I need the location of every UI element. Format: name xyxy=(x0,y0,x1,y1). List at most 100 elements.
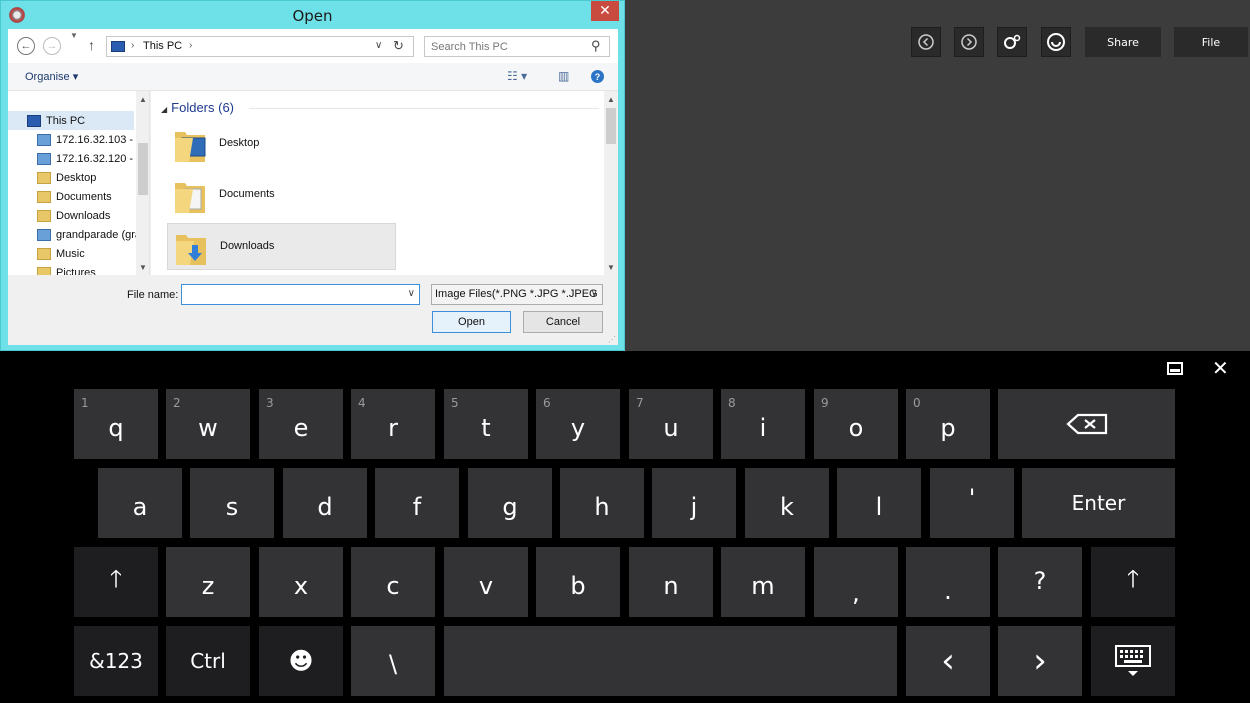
nav-item-network-drive-1[interactable]: 172.16.32.103 - Sc xyxy=(37,130,149,149)
navigation-pane-scrollbar[interactable]: ▲ ▼ xyxy=(136,91,149,275)
next-button[interactable] xyxy=(954,27,984,57)
key-m[interactable]: m xyxy=(721,547,805,617)
nav-item-music[interactable]: Music xyxy=(37,244,85,263)
key-comma[interactable]: , xyxy=(814,547,898,617)
resize-grip-icon[interactable]: ⋰ xyxy=(608,335,616,344)
key-b[interactable]: b xyxy=(536,547,620,617)
key-p[interactable]: 0p xyxy=(906,389,990,459)
keyboard-dock-icon[interactable] xyxy=(1167,362,1183,375)
file-name-input[interactable]: ∨ xyxy=(181,284,420,305)
scroll-down-icon[interactable]: ▼ xyxy=(604,263,618,272)
folder-item-downloads[interactable]: Downloads xyxy=(167,223,396,270)
key-label: . xyxy=(944,577,952,605)
key-backspace[interactable] xyxy=(998,389,1175,459)
key-i[interactable]: 8i xyxy=(721,389,805,459)
file-list-scrollbar[interactable]: ▲ ▼ xyxy=(604,91,618,275)
key-y[interactable]: 6y xyxy=(536,389,620,459)
up-button[interactable]: ↑ xyxy=(88,37,95,53)
key-period[interactable]: . xyxy=(906,547,990,617)
key-h[interactable]: h xyxy=(560,468,644,538)
key-s[interactable]: s xyxy=(190,468,274,538)
close-button[interactable]: ✕ xyxy=(591,1,619,21)
rotate-button[interactable] xyxy=(1041,27,1071,57)
key-w[interactable]: 2w xyxy=(166,389,250,459)
key-u[interactable]: 7u xyxy=(629,389,713,459)
key-k[interactable]: k xyxy=(745,468,829,538)
nav-item-downloads[interactable]: Downloads xyxy=(37,206,110,225)
nav-item-desktop[interactable]: Desktop xyxy=(37,168,96,187)
key-number-hint: 8 xyxy=(728,396,736,410)
refresh-icon[interactable]: ↻ xyxy=(393,38,404,54)
preview-pane-icon[interactable]: ▥ xyxy=(558,69,569,83)
key-emoji[interactable]: ☻ xyxy=(259,626,343,696)
key-f[interactable]: f xyxy=(375,468,459,538)
organise-menu[interactable]: Organise ▾ xyxy=(25,70,78,83)
folder-item-desktop[interactable]: Desktop xyxy=(167,121,396,168)
key-left-arrow[interactable]: ‹ xyxy=(906,626,990,696)
nav-item-this-pc[interactable]: This PC xyxy=(8,111,134,130)
key-q[interactable]: 1q xyxy=(74,389,158,459)
previous-button[interactable] xyxy=(911,27,941,57)
scroll-up-icon[interactable]: ▲ xyxy=(604,95,618,104)
key-e[interactable]: 3e xyxy=(259,389,343,459)
scrollbar-thumb[interactable] xyxy=(606,108,616,144)
search-icon[interactable]: ⚲ xyxy=(591,38,601,54)
key-ctrl[interactable]: Ctrl xyxy=(166,626,250,696)
collapse-triangle-icon: ◢ xyxy=(161,105,168,114)
key-c[interactable]: c xyxy=(351,547,435,617)
help-icon[interactable]: ? xyxy=(591,70,604,83)
key-enter[interactable]: Enter xyxy=(1022,468,1175,538)
nav-item-network-share[interactable]: grandparade (gra xyxy=(37,225,141,244)
address-dropdown-button[interactable]: ∨ xyxy=(375,40,382,51)
key-symbols[interactable]: &123 xyxy=(74,626,158,696)
key-x[interactable]: x xyxy=(259,547,343,617)
chevron-right-icon[interactable]: › xyxy=(189,40,192,51)
scrollbar-thumb[interactable] xyxy=(138,143,148,195)
key-d[interactable]: d xyxy=(283,468,367,538)
key-g[interactable]: g xyxy=(468,468,552,538)
scroll-down-icon[interactable]: ▼ xyxy=(136,263,149,272)
recent-locations-button[interactable]: ▼ xyxy=(70,31,78,40)
dialog-titlebar[interactable]: Open ✕ xyxy=(1,1,624,29)
group-header[interactable]: ◢ Folders (6) xyxy=(161,100,234,115)
settings-button[interactable] xyxy=(997,27,1027,57)
key-label: , xyxy=(852,579,860,607)
back-button[interactable]: ← xyxy=(17,37,35,55)
address-bar[interactable]: › This PC › ∨ ↻ xyxy=(106,36,414,57)
key-keyboard-layout[interactable] xyxy=(1091,626,1175,696)
forward-button[interactable]: → xyxy=(43,37,61,55)
change-view-icon[interactable]: ☷ ▾ xyxy=(507,69,527,83)
key-right-arrow[interactable]: › xyxy=(998,626,1082,696)
key-apostrophe[interactable]: ' xyxy=(930,468,1014,538)
key-r[interactable]: 4r xyxy=(351,389,435,459)
open-button[interactable]: Open xyxy=(432,311,511,333)
file-button[interactable]: File xyxy=(1174,27,1248,57)
share-button[interactable]: Share xyxy=(1085,27,1161,57)
chevron-down-icon[interactable]: ∨ xyxy=(408,288,415,299)
cancel-button[interactable]: Cancel xyxy=(523,311,603,333)
folder-icon xyxy=(37,171,51,184)
key-shift-right[interactable]: 🡑 xyxy=(1091,547,1175,617)
key-a[interactable]: a xyxy=(98,468,182,538)
scroll-up-icon[interactable]: ▲ xyxy=(136,95,149,104)
key-t[interactable]: 5t xyxy=(444,389,528,459)
key-z[interactable]: z xyxy=(166,547,250,617)
key-question[interactable]: ? xyxy=(998,547,1082,617)
key-l[interactable]: l xyxy=(837,468,921,538)
folder-item-documents[interactable]: Documents xyxy=(167,172,396,219)
nav-item-pictures[interactable]: Pictures xyxy=(37,263,96,275)
keyboard-close-icon[interactable]: ✕ xyxy=(1212,356,1229,380)
file-type-select[interactable]: Image Files(*.PNG *.JPG *.JPEG ∨ xyxy=(431,284,603,305)
breadcrumb-this-pc[interactable]: This PC xyxy=(143,40,182,52)
key-o[interactable]: 9o xyxy=(814,389,898,459)
key-v[interactable]: v xyxy=(444,547,528,617)
key-j[interactable]: j xyxy=(652,468,736,538)
search-box[interactable]: Search This PC ⚲ xyxy=(424,36,610,57)
key-shift-left[interactable]: 🡑 xyxy=(74,547,158,617)
key-backslash[interactable]: \ xyxy=(351,626,435,696)
key-space[interactable] xyxy=(444,626,897,696)
emoji-icon: ☻ xyxy=(288,647,314,675)
key-n[interactable]: n xyxy=(629,547,713,617)
nav-item-network-drive-2[interactable]: 172.16.32.120 - Sc xyxy=(37,149,149,168)
nav-item-documents[interactable]: Documents xyxy=(37,187,112,206)
